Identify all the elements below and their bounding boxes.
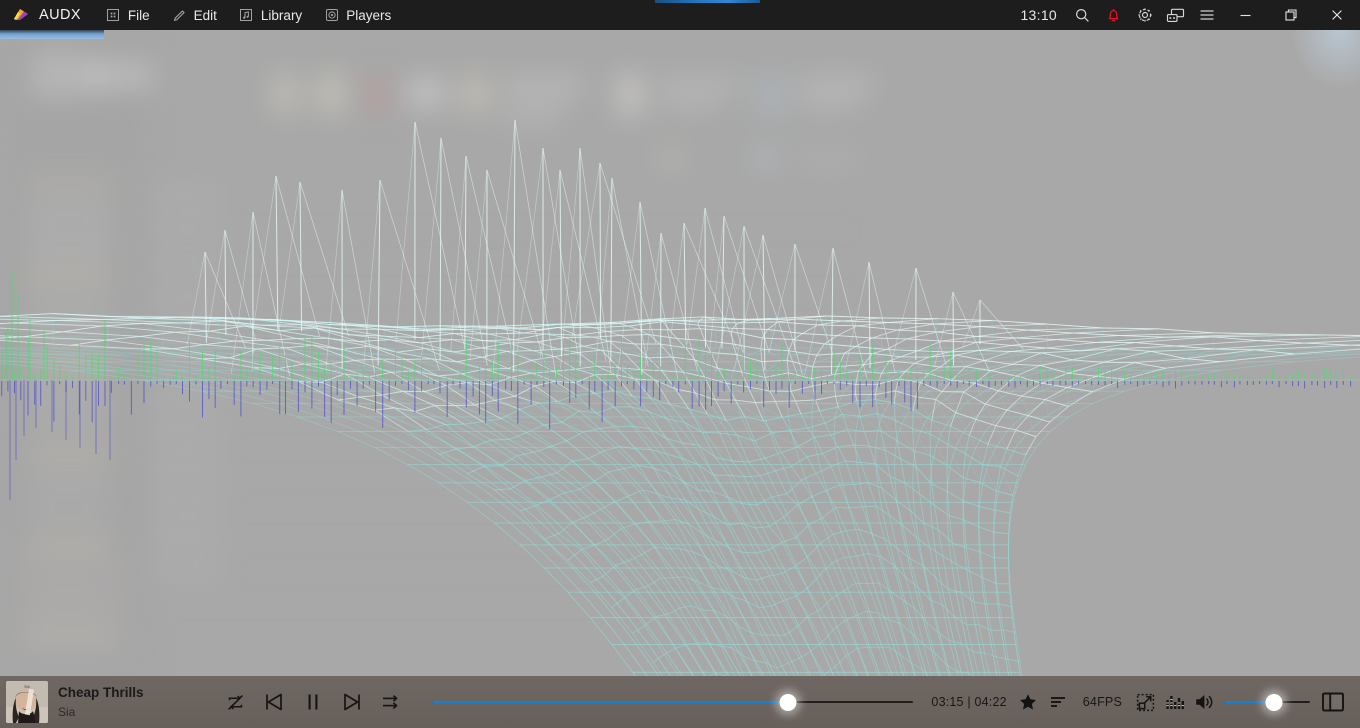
search-icon[interactable]: [1067, 0, 1098, 30]
favorite-button[interactable]: [1013, 685, 1043, 719]
3d-wireframe-spectrum-visualizer: [0, 119, 1360, 676]
music-note-box-icon: [239, 8, 254, 23]
transport-controls: [220, 685, 406, 719]
next-track-button[interactable]: [337, 685, 367, 719]
time-display: 03:15 | 04:22: [931, 695, 1007, 709]
record-camera-icon: [324, 8, 339, 23]
sidebar-toggle-button[interactable]: [1316, 685, 1350, 719]
seek-slider[interactable]: [432, 693, 914, 711]
app-brand-title: AUDX: [39, 7, 81, 23]
equalizer-button[interactable]: [1160, 685, 1190, 719]
title-bar-right: 13:10: [1016, 0, 1360, 30]
volume-button[interactable]: [1190, 685, 1220, 719]
shuffle-button[interactable]: [376, 685, 406, 719]
pencil-icon: [172, 8, 187, 23]
menu-edit-label: Edit: [193, 7, 217, 23]
svg-text:SIA: SIA: [24, 685, 30, 689]
queue-button[interactable]: [1043, 685, 1073, 719]
fps-indicator: 64FPS: [1082, 695, 1122, 709]
notification-bell-icon[interactable]: [1098, 0, 1129, 30]
title-bar: AUDX File Edit Library Players 13:10: [0, 0, 1360, 30]
previous-track-button[interactable]: [259, 685, 289, 719]
repeat-off-button[interactable]: [220, 685, 250, 719]
now-playing-meta: Cheap Thrills Sia: [58, 684, 208, 721]
volume-slider[interactable]: [1224, 693, 1310, 711]
audx-player-window: AUDX File Edit Library Players 13:10 SIA…: [0, 0, 1360, 728]
maximize-restore-button[interactable]: [1268, 0, 1314, 30]
menu-players[interactable]: Players: [313, 0, 402, 30]
clock-display: 13:10: [1020, 7, 1057, 23]
visualizer-stage[interactable]: [0, 30, 1360, 676]
album-art-thumbnail[interactable]: SIA: [6, 681, 48, 723]
player-right-controls: 64FPS: [1013, 685, 1350, 719]
seek-fill: [432, 700, 789, 704]
menu-file[interactable]: File: [95, 0, 161, 30]
gear-icon[interactable]: [1129, 0, 1160, 30]
menu-file-label: File: [127, 7, 150, 23]
grid-squares-icon: [106, 8, 121, 23]
volume-slider-wrap[interactable]: [1224, 693, 1310, 711]
track-artist: Sia: [58, 704, 76, 719]
minimize-button[interactable]: [1222, 0, 1268, 30]
fullscreen-button[interactable]: [1130, 685, 1160, 719]
menu-library[interactable]: Library: [228, 0, 313, 30]
audx-prism-logo-icon: [10, 4, 32, 26]
title-bar-left: AUDX File Edit Library Players: [0, 0, 402, 30]
close-button[interactable]: [1314, 0, 1360, 30]
menu-library-label: Library: [260, 7, 303, 23]
seek-knob[interactable]: [779, 693, 797, 711]
player-bar: SIA Cheap Thrills Sia 03:15 | 04:22 64FP…: [0, 676, 1360, 728]
seek-bar[interactable]: [432, 693, 914, 711]
menu-players-label: Players: [346, 7, 392, 23]
menu-edit[interactable]: Edit: [161, 0, 228, 30]
cast-devices-icon[interactable]: [1160, 0, 1191, 30]
top-progress-accent: [655, 0, 760, 3]
play-pause-button[interactable]: [298, 685, 328, 719]
hamburger-menu-icon[interactable]: [1191, 0, 1222, 30]
volume-knob[interactable]: [1265, 693, 1283, 711]
track-title: Cheap Thrills: [58, 684, 144, 700]
